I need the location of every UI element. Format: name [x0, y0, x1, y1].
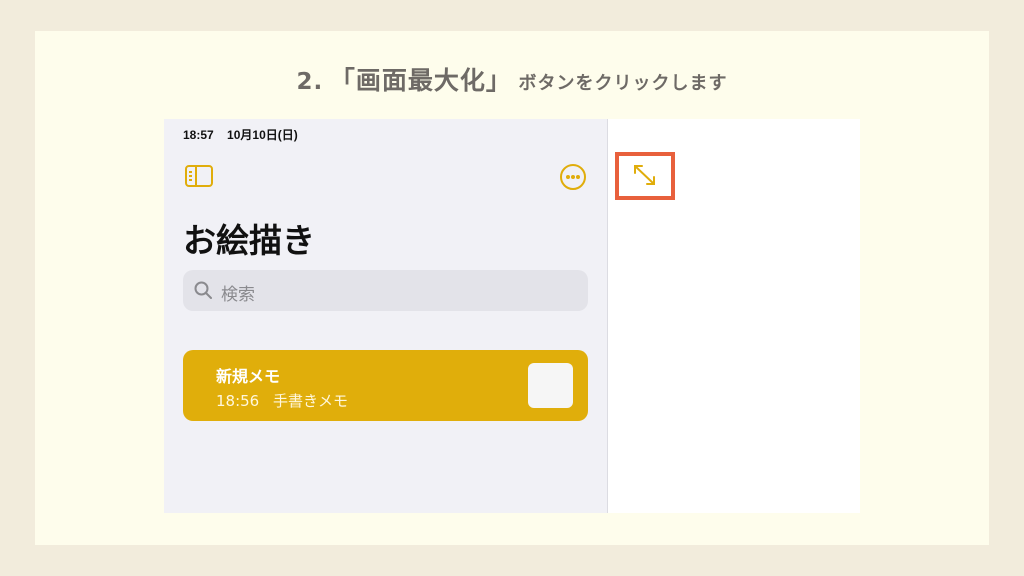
sidebar-toggle-icon[interactable]: [185, 165, 213, 187]
step-number: 2.: [296, 69, 324, 95]
search-input[interactable]: 検索: [183, 270, 588, 311]
more-icon[interactable]: [560, 164, 586, 190]
search-icon: [194, 281, 212, 299]
note-subtitle: 手書きメモ: [273, 392, 349, 410]
folder-title: お絵描き: [183, 221, 315, 260]
list-item[interactable]: 新規メモ 18:56 手書きメモ: [183, 350, 588, 421]
notes-sidebar: 18:57 10月10日(日) お絵描き 検索 新規メモ 18:56 手書きメモ: [164, 119, 608, 513]
note-title: 新規メモ: [216, 367, 281, 386]
note-thumbnail: [528, 363, 573, 408]
expand-icon: [634, 165, 655, 185]
step-action: ボタンをクリックします: [518, 73, 728, 94]
instruction-title: 2. 「画面最大化」 ボタンをクリックします: [35, 61, 989, 97]
note-time: 18:56: [216, 392, 260, 410]
status-time: 18:57: [183, 128, 214, 142]
ipad-screenshot: 18:57 10月10日(日) お絵描き 検索 新規メモ 18:56 手書きメモ: [164, 119, 860, 513]
status-date: 10月10日(日): [227, 128, 298, 142]
step-button-name: 「画面最大化」: [329, 66, 512, 95]
slide: 2. 「画面最大化」 ボタンをクリックします 18:57 10月10日(日) お…: [35, 31, 989, 545]
note-meta: 18:56 手書きメモ: [216, 390, 348, 411]
search-placeholder: 検索: [221, 285, 255, 305]
expand-button[interactable]: [615, 152, 675, 200]
status-bar: 18:57 10月10日(日): [183, 126, 298, 143]
